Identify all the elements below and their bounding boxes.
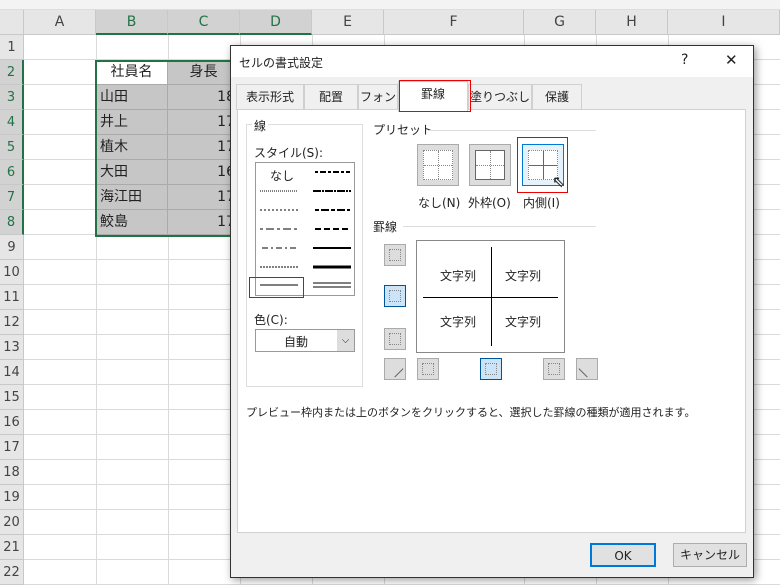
row-header[interactable]: 16 (0, 410, 24, 435)
preset-none-button[interactable] (417, 144, 459, 186)
row-header[interactable]: 12 (0, 310, 24, 335)
tab-number[interactable]: 表示形式 (236, 84, 304, 110)
selection-border (95, 60, 245, 237)
row-header[interactable]: 17 (0, 435, 24, 460)
row-header[interactable]: 2 (0, 60, 24, 85)
border-diagonal-down-button[interactable] (576, 358, 598, 380)
row-header[interactable]: 20 (0, 510, 24, 535)
toolbar-strip (0, 0, 780, 10)
color-value: 自動 (284, 335, 309, 349)
row-header[interactable]: 6 (0, 160, 24, 185)
row-header[interactable]: 4 (0, 110, 24, 135)
border-top-button[interactable] (384, 244, 406, 266)
column-header-i[interactable]: I (668, 10, 780, 35)
border-right-button[interactable] (543, 358, 565, 380)
row-header[interactable]: 15 (0, 385, 24, 410)
column-header-e[interactable]: E (312, 10, 384, 35)
border-inside-vertical-button[interactable] (480, 358, 502, 380)
column-header-b[interactable]: B (96, 10, 168, 35)
close-button[interactable]: ✕ (725, 51, 738, 69)
title-bar: セルの書式設定 ? ✕ (231, 46, 753, 77)
row-header[interactable]: 21 (0, 535, 24, 560)
chevron-down-icon[interactable]: ⌵ (337, 330, 354, 351)
row-header[interactable]: 11 (0, 285, 24, 310)
dialog-title: セルの書式設定 (239, 56, 324, 70)
column-header-a[interactable]: A (24, 10, 96, 35)
format-cells-dialog: セルの書式設定 ? ✕ 表示形式 配置 フォント 罫線 塗りつぶし 保護 線 ス… (230, 45, 754, 578)
border-tab-panel: 線 スタイル(S): なし 色(C): 自動 ⌵ プリセット ⇖ なし(N) 外… (237, 109, 746, 533)
preview-text: 文字列 (505, 315, 542, 329)
column-header-d[interactable]: D (240, 10, 312, 35)
line-style-list[interactable]: なし (255, 162, 355, 296)
mouse-cursor-icon: ⇖ (552, 172, 566, 191)
tab-fill[interactable]: 塗りつぶし (468, 84, 532, 110)
row-header[interactable]: 5 (0, 135, 24, 160)
column-header-g[interactable]: G (524, 10, 596, 35)
row-header[interactable]: 10 (0, 260, 24, 285)
border-inside-horizontal-button[interactable] (384, 285, 406, 307)
color-label: 色(C): (254, 313, 288, 327)
row-header[interactable]: 22 (0, 560, 24, 585)
border-bottom-button[interactable] (384, 328, 406, 350)
border-label: 罫線 (373, 220, 398, 234)
line-group-label: 線 (252, 117, 269, 134)
column-header-f[interactable]: F (384, 10, 524, 35)
tab-font[interactable]: フォント (358, 84, 398, 110)
row-header[interactable]: 7 (0, 185, 24, 210)
preset-inside-label: 内側(I) (523, 196, 560, 210)
hint-text: プレビュー枠内または上のボタンをクリックすると、選択した罫線の種類が適用されます… (246, 406, 696, 419)
column-header-c[interactable]: C (168, 10, 240, 35)
selected-line-style (249, 277, 304, 298)
preset-none-label: なし(N) (418, 196, 461, 210)
select-all-button[interactable] (0, 10, 24, 35)
preset-label: プリセット (373, 123, 434, 137)
cancel-button[interactable]: キャンセル (673, 543, 747, 567)
tab-alignment[interactable]: 配置 (304, 84, 358, 110)
style-label: スタイル(S): (254, 146, 324, 160)
preview-text: 文字列 (440, 269, 477, 283)
row-header[interactable]: 8 (0, 210, 24, 235)
preset-outline-label: 外枠(O) (468, 196, 511, 210)
row-header[interactable]: 13 (0, 335, 24, 360)
row-header[interactable]: 18 (0, 460, 24, 485)
border-left-button[interactable] (417, 358, 439, 380)
border-diagonal-up-button[interactable] (384, 358, 406, 380)
preview-text: 文字列 (505, 269, 542, 283)
row-header[interactable]: 9 (0, 235, 24, 260)
border-preview[interactable]: 文字列 文字列 文字列 文字列 (416, 240, 565, 353)
row-header[interactable]: 3 (0, 85, 24, 110)
preview-text: 文字列 (440, 315, 477, 329)
tab-protection[interactable]: 保護 (532, 84, 582, 110)
row-header[interactable]: 14 (0, 360, 24, 385)
preset-outline-button[interactable] (469, 144, 511, 186)
ok-button[interactable]: OK (590, 543, 656, 567)
color-dropdown[interactable]: 自動 ⌵ (255, 329, 355, 352)
row-header[interactable]: 19 (0, 485, 24, 510)
line-style-options[interactable] (256, 163, 354, 295)
help-button[interactable]: ? (681, 52, 688, 68)
column-header-h[interactable]: H (596, 10, 668, 35)
row-header[interactable]: 1 (0, 35, 24, 60)
